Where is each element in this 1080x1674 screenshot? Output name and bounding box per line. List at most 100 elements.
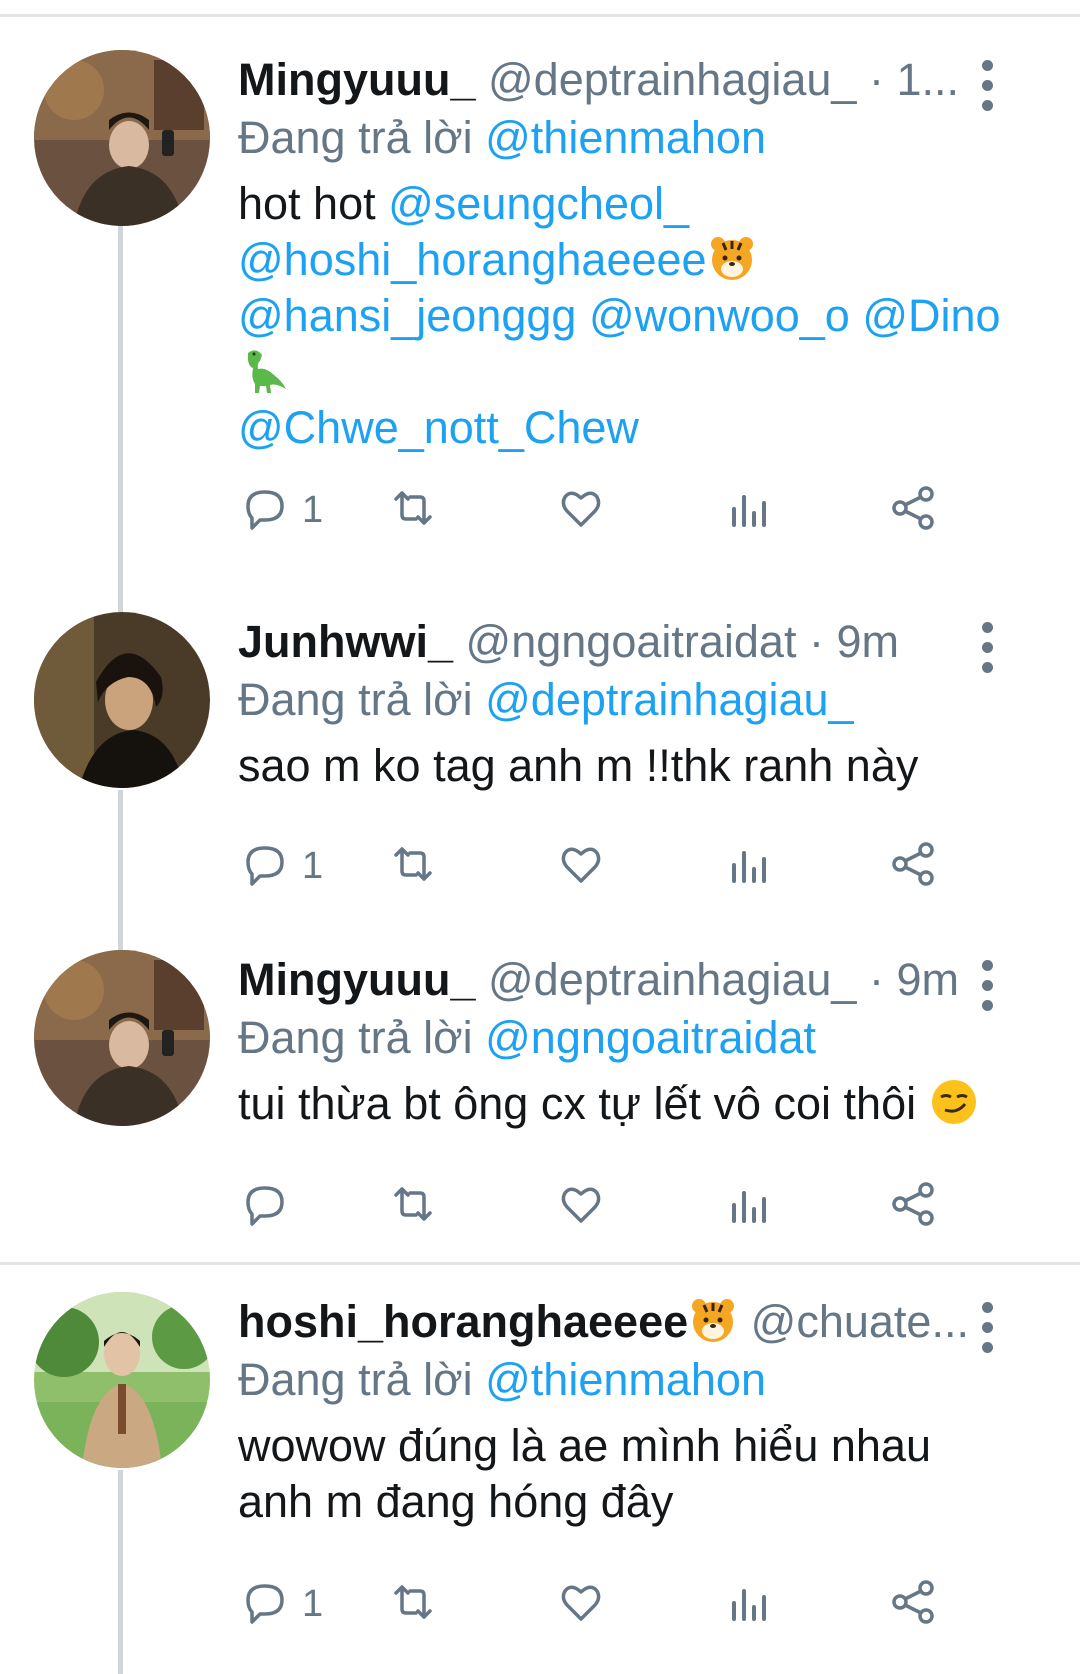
separator: ·: [868, 954, 884, 1005]
mention-link[interactable]: @hoshi_horanghaeeee: [238, 234, 707, 285]
timestamp[interactable]: 9m: [897, 954, 960, 1005]
tweet-header: Junhwwi_ @ngngoaitraidat · 9m: [238, 612, 1018, 672]
action-bar: 1: [238, 836, 1018, 896]
display-name[interactable]: Mingyuuu_: [238, 54, 475, 105]
like-icon: [554, 481, 608, 540]
replying-label: Đang trả lời: [238, 674, 473, 725]
avatar[interactable]: [34, 612, 210, 788]
retweet-button[interactable]: [386, 1176, 440, 1236]
tweet-text-line: @hansi_jeonggg @wonwoo_o @Dino: [238, 288, 1018, 344]
retweet-button[interactable]: [386, 836, 440, 896]
like-button[interactable]: [554, 1574, 608, 1634]
tweet-text-line: @hoshi_horanghaeeee: [238, 232, 1018, 288]
thread-line: [118, 1470, 123, 1674]
mention-link[interactable]: @seungcheol_: [388, 178, 689, 229]
analytics-button[interactable]: [722, 1574, 776, 1634]
mention-link[interactable]: @Dino: [862, 290, 1000, 341]
avatar[interactable]: [34, 950, 210, 1126]
tweet-text-line: wowow đúng là ae mình hiểu nhau: [238, 1418, 1018, 1474]
mention-link[interactable]: @hansi_jeonggg: [238, 290, 576, 341]
replying-to-mention[interactable]: @deptrainhagiau_: [485, 674, 853, 725]
section-divider: [0, 1262, 1080, 1265]
replying-to-mention[interactable]: @ngngoaitraidat: [485, 1012, 816, 1063]
like-icon: [554, 1177, 608, 1236]
action-bar: 1: [238, 1574, 1018, 1634]
replying-label: Đang trả lời: [238, 1354, 473, 1405]
replying-to-mention[interactable]: @thienmahon: [485, 112, 766, 163]
retweet-icon: [386, 1575, 440, 1634]
share-button[interactable]: [886, 836, 940, 896]
tweet-body: wowow đúng là ae mình hiểu nhau anh m đan…: [238, 1418, 1018, 1530]
mention-link[interactable]: @Chwe_nott_Chew: [238, 402, 639, 453]
like-button[interactable]: [554, 480, 608, 540]
like-icon: [554, 837, 608, 896]
replying-label: Đang trả lời: [238, 112, 473, 163]
dinosaur-icon: [238, 345, 288, 395]
reply-icon: [238, 837, 292, 896]
more-options-icon[interactable]: [982, 622, 994, 682]
reply-button[interactable]: 1: [238, 836, 323, 896]
separator: ·: [868, 54, 884, 105]
username-handle[interactable]: @deptrainhagiau_: [488, 954, 856, 1005]
thread-line: [118, 262, 123, 612]
action-bar: 1: [238, 480, 1018, 540]
reply-icon: [238, 481, 292, 540]
display-name[interactable]: Junhwwi_: [238, 616, 453, 667]
like-button[interactable]: [554, 1176, 608, 1236]
reply-button[interactable]: 1: [238, 1574, 323, 1634]
display-name[interactable]: hoshi_horanghaeeee: [238, 1296, 688, 1347]
more-options-icon[interactable]: [982, 960, 994, 1020]
tweet-text-line: anh m đang hóng đây: [238, 1474, 1018, 1530]
share-button[interactable]: [886, 480, 940, 540]
username-handle[interactable]: @ngngoaitraidat: [466, 616, 797, 667]
replying-label: Đang trả lời: [238, 1012, 473, 1063]
analytics-icon: [722, 1177, 776, 1236]
like-button[interactable]: [554, 836, 608, 896]
retweet-button[interactable]: [386, 480, 440, 540]
tweet-text: anh m đang hóng đây: [238, 1476, 674, 1527]
avatar[interactable]: [34, 1292, 210, 1468]
top-divider: [0, 14, 1080, 17]
share-icon: [886, 1177, 940, 1236]
username-handle[interactable]: @chuate...: [751, 1296, 969, 1347]
reply-button[interactable]: 1: [238, 480, 323, 540]
reply-icon: [238, 1575, 292, 1634]
reply-button[interactable]: [238, 1176, 302, 1236]
tweet-body: hot hot @seungcheol_ @hoshi_horanghaeeee @…: [238, 176, 1018, 456]
analytics-button[interactable]: [722, 836, 776, 896]
retweet-icon: [386, 837, 440, 896]
action-bar: [238, 1176, 1018, 1236]
share-icon: [886, 1575, 940, 1634]
display-name[interactable]: Mingyuuu_: [238, 954, 475, 1005]
share-button[interactable]: [886, 1574, 940, 1634]
share-icon: [886, 837, 940, 896]
more-options-icon[interactable]: [982, 1302, 994, 1362]
tweet-text-line: @Chwe_nott_Chew: [238, 400, 1018, 456]
tweet-body: sao m ko tag anh m !!thk ranh này: [238, 738, 1018, 794]
reply-icon: [238, 1177, 292, 1236]
separator: ·: [808, 616, 824, 667]
avatar[interactable]: [34, 50, 210, 226]
analytics-button[interactable]: [722, 1176, 776, 1236]
tweet-header: hoshi_horanghaeeee @chuate...: [238, 1292, 1018, 1352]
replying-to-mention[interactable]: @thienmahon: [485, 1354, 766, 1405]
tweet-text: [850, 290, 863, 341]
more-options-icon[interactable]: [982, 60, 994, 120]
tweet-text: hot hot: [238, 178, 389, 229]
mention-link[interactable]: @wonwoo_o: [589, 290, 850, 341]
tweet-text-line: tui thừa bt ông cx tự lết vô coi thôi: [238, 1076, 1018, 1132]
tweet-text: tui thừa bt ông cx tự lết vô coi thôi: [238, 1078, 929, 1129]
tweet-text-line: hot hot @seungcheol_: [238, 176, 1018, 232]
retweet-button[interactable]: [386, 1574, 440, 1634]
like-icon: [554, 1575, 608, 1634]
username-handle[interactable]: @deptrainhagiau_: [488, 54, 856, 105]
tiger-face-icon: [688, 1295, 738, 1345]
tweet-text: sao m ko tag anh m !!thk ranh này: [238, 740, 919, 791]
replying-to: Đang trả lời @deptrainhagiau_: [238, 672, 1018, 728]
tweet-body: tui thừa bt ông cx tự lết vô coi thôi: [238, 1076, 1018, 1132]
timestamp[interactable]: 9m: [837, 616, 900, 667]
analytics-button[interactable]: [722, 480, 776, 540]
thread-line: [118, 790, 123, 950]
share-button[interactable]: [886, 1176, 940, 1236]
timestamp[interactable]: 1...: [897, 54, 960, 105]
